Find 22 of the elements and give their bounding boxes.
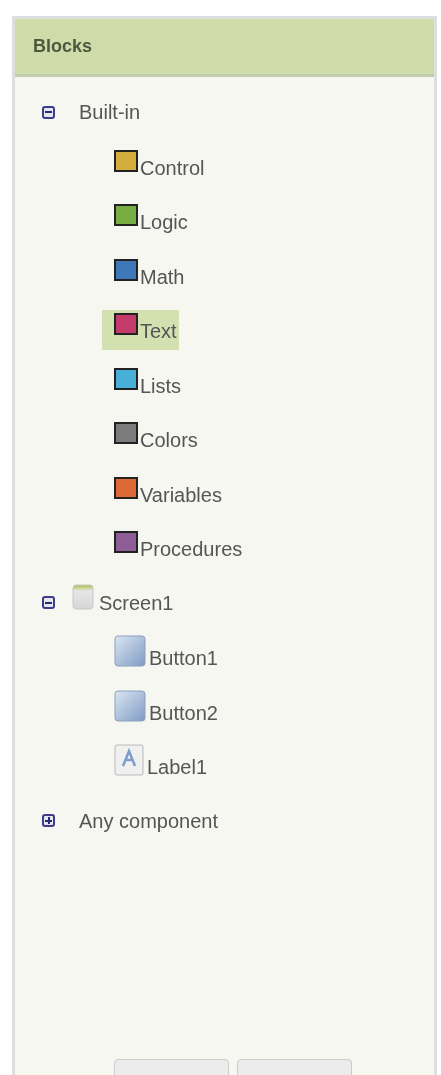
tree-item[interactable]: Math [102, 255, 187, 296]
tree-item[interactable]: Lists [102, 364, 184, 405]
button-icon [114, 689, 146, 722]
tree-item[interactable]: Button1 [102, 637, 220, 678]
tree-item[interactable]: Label1 [102, 746, 210, 787]
expand-icon[interactable] [42, 814, 55, 828]
tree-item[interactable]: Any component [77, 803, 220, 838]
panel-title: Blocks [15, 19, 434, 77]
collapse-icon[interactable] [42, 596, 55, 610]
screen-icon [72, 583, 94, 610]
tree-item[interactable]: Text [102, 310, 179, 351]
tree-item[interactable]: Screen1 [97, 585, 176, 620]
button-icon [114, 635, 146, 668]
tree-item[interactable]: Variables [102, 473, 224, 514]
tree-item[interactable]: Colors [102, 419, 200, 460]
tree-item[interactable]: Procedures [102, 528, 245, 569]
collapse-icon[interactable] [42, 105, 55, 119]
tree-item[interactable]: Control [102, 146, 207, 187]
tree-item[interactable]: Logic [102, 201, 190, 242]
letter-icon [114, 744, 144, 777]
tree-item[interactable]: Button2 [102, 691, 220, 732]
tree-item[interactable]: Built-in [77, 95, 143, 130]
